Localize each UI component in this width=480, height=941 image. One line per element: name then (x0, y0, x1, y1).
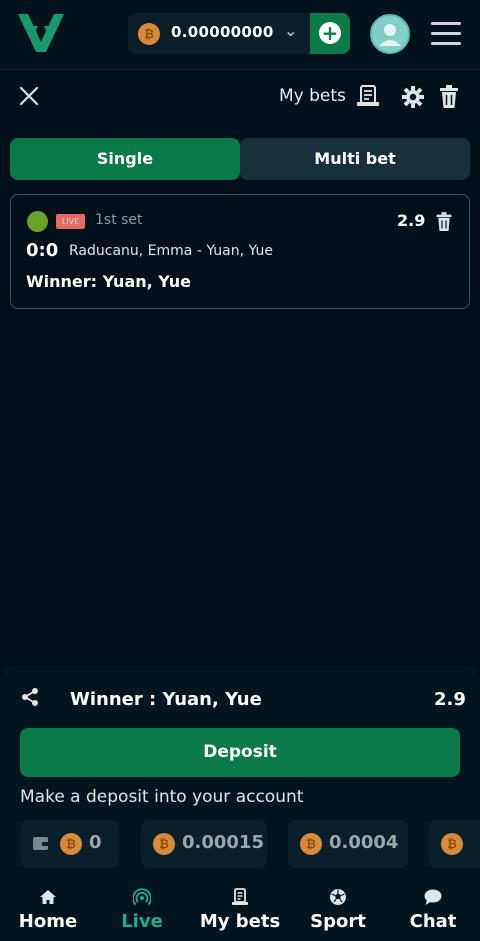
bet-odds: 2.9 (397, 211, 426, 230)
match-name: Raducanu, Emma - Yuan, Yue (69, 243, 273, 259)
quick-amount-value: 0.00015 (182, 832, 264, 853)
top-bar: ₿ 0.00000000 ⌄ + (0, 0, 480, 70)
nav-label: My bets (199, 911, 281, 932)
nav-home[interactable]: Home (0, 878, 96, 941)
plus-icon: + (319, 22, 341, 44)
slip-odds: 2.9 (434, 689, 466, 710)
bitcoin-icon: ₿ (60, 833, 82, 855)
logo-icon[interactable] (18, 12, 64, 54)
balance-value: 0.00000000 (171, 23, 274, 41)
bottom-nav: Home Live My bets Sport Chat (0, 878, 480, 941)
share-icon[interactable] (20, 687, 40, 707)
close-icon[interactable] (17, 84, 41, 108)
period-label: 1st set (95, 212, 143, 228)
user-icon (379, 24, 401, 46)
balance-selector[interactable]: ₿ 0.00000000 ⌄ (128, 13, 310, 54)
trash-icon[interactable] (438, 85, 460, 109)
bitcoin-icon: ₿ (138, 23, 160, 45)
ball-icon (330, 889, 346, 905)
live-icon (133, 888, 151, 906)
live-badge: LIVE (56, 214, 85, 229)
bitcoin-icon: ₿ (441, 833, 463, 855)
tab-single[interactable]: Single (10, 138, 240, 180)
hamburger-menu-icon[interactable] (431, 22, 461, 46)
nav-label: Live (121, 911, 163, 932)
quick-amount-value: 0.0004 (329, 832, 399, 853)
nav-label: Sport (310, 911, 366, 932)
quick-amount-wallet[interactable]: ₿ 0 (20, 820, 119, 868)
my-bets-link[interactable]: My bets (279, 86, 346, 106)
tab-multi-bet[interactable]: Multi bet (240, 138, 470, 180)
slip-selection-title: Winner : Yuan, Yue (70, 689, 262, 710)
nav-label: Home (18, 911, 78, 932)
avatar[interactable] (370, 14, 410, 54)
bitcoin-icon: ₿ (300, 833, 322, 855)
quick-amount-option[interactable]: ₿ (428, 820, 480, 868)
nav-my-bets[interactable]: My bets (192, 878, 288, 941)
quick-amount-option[interactable]: ₿ 0.00015 (141, 820, 267, 868)
chevron-down-icon: ⌄ (284, 21, 298, 40)
deposit-note: Make a deposit into your account (20, 787, 304, 807)
quick-amount-value: 0 (89, 832, 102, 853)
bet-selection: Winner: Yuan, Yue (26, 272, 191, 291)
match-score: 0:0 (26, 240, 59, 261)
nav-live[interactable]: Live (94, 878, 190, 941)
gear-icon[interactable] (401, 85, 425, 109)
bitcoin-icon: ₿ (153, 833, 175, 855)
ticket-icon[interactable] (356, 84, 380, 108)
add-funds-button[interactable]: + (310, 13, 350, 54)
bet-card: LIVE 1st set 2.9 0:0 Raducanu, Emma - Yu… (10, 194, 470, 309)
deposit-button[interactable]: Deposit (20, 728, 460, 777)
nav-label: Chat (409, 911, 457, 932)
wallet-icon (33, 837, 49, 850)
nav-sport[interactable]: Sport (290, 878, 386, 941)
chat-icon (424, 889, 442, 905)
remove-bet-trash-icon[interactable] (435, 212, 453, 232)
tennis-ball-icon (27, 211, 48, 232)
home-icon (40, 890, 56, 904)
nav-chat[interactable]: Chat (385, 878, 480, 941)
ticket-icon (232, 888, 248, 905)
quick-amount-option[interactable]: ₿ 0.0004 (288, 820, 408, 868)
